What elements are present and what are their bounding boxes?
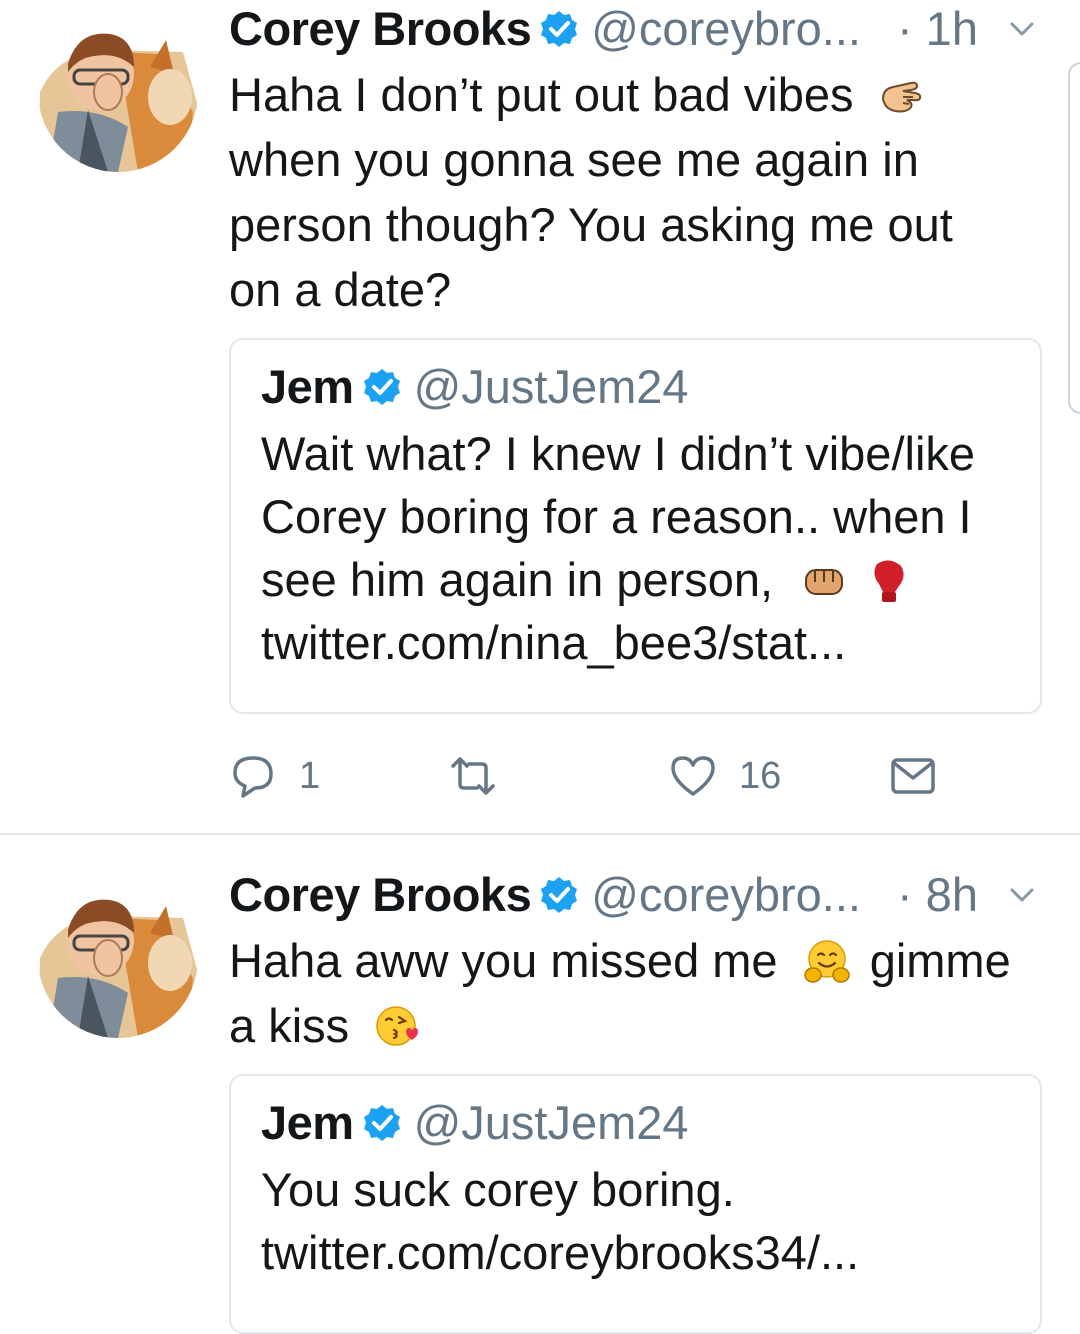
tweet-text-line: Haha I don’t put out bad vibes — [229, 68, 854, 121]
retweet-icon — [451, 757, 495, 795]
display-name[interactable]: Corey Brooks — [229, 866, 532, 924]
tweet[interactable]: Corey Brooks @coreybro... · 8h Haha aww … — [0, 866, 1080, 1334]
avatar[interactable] — [38, 12, 198, 172]
quoted-tweet-header: Jem @JustJem24 — [261, 1094, 1010, 1152]
user-handle[interactable]: @coreybro... — [591, 866, 861, 924]
tweet-text-line: on a date? — [229, 263, 452, 316]
hand-pointing-icon — [881, 81, 921, 113]
heart-icon — [671, 756, 715, 796]
quoted-link[interactable]: twitter.com/nina_bee3/stat... — [261, 611, 1010, 674]
quoted-text-line: Corey boring for a reason.. when I — [261, 490, 972, 543]
quoted-display-name: Jem — [261, 360, 354, 413]
tweet-divider — [0, 833, 1080, 835]
avatar-image — [38, 878, 198, 1038]
quoted-tweet-text: Wait what? I knew I didn’t vibe/like Cor… — [261, 422, 1010, 674]
chevron-down-icon[interactable] — [1008, 881, 1036, 909]
quoted-tweet[interactable]: Jem @JustJem24 You suck corey boring. tw… — [229, 1074, 1042, 1334]
quoted-text-line: You suck corey boring. — [261, 1163, 735, 1216]
tweet-text: Haha I don’t put out bad vibes when you … — [229, 62, 1044, 322]
retweet-button[interactable] — [449, 746, 497, 806]
like-button[interactable]: 16 — [669, 746, 781, 806]
quoted-text-line: Wait what? I knew I didn’t vibe/like — [261, 427, 976, 480]
like-count: 16 — [739, 754, 782, 797]
tweet-text-line: gimme — [869, 934, 1011, 987]
boxing-glove-icon — [874, 560, 904, 602]
avatar-image — [38, 12, 198, 172]
verified-badge-icon — [363, 1105, 400, 1141]
tweet-header: Corey Brooks @coreybro... · 8h — [229, 866, 1044, 924]
quoted-display-name: Jem — [261, 1096, 354, 1149]
tweet-text-line: when you gonna see me again in — [229, 133, 919, 186]
verified-badge-icon — [541, 11, 578, 47]
avatar[interactable] — [38, 878, 198, 1038]
tweet-text-line: a kiss — [229, 999, 350, 1052]
tweet-text: Haha aww you missed me gimme a kiss — [229, 928, 1044, 1058]
reply-count: 1 — [299, 754, 321, 797]
quoted-tweet-header: Jem @JustJem24 — [261, 358, 1010, 416]
verified-badge-icon — [541, 877, 578, 913]
quoted-text-line: see him again in person, — [261, 553, 774, 606]
chevron-down-icon[interactable] — [1008, 15, 1036, 43]
quoted-link[interactable]: twitter.com/coreybrooks34/... — [261, 1221, 1010, 1284]
reply-icon — [233, 756, 273, 798]
tweet-actions: 1 16 — [229, 746, 1042, 806]
direct-message-button[interactable] — [889, 746, 937, 806]
face-blowing-kiss-icon — [376, 1006, 419, 1046]
hugging-face-icon — [803, 940, 850, 983]
quoted-tweet[interactable]: Jem @JustJem24 Wait what? I knew I didn’… — [229, 338, 1042, 714]
user-handle[interactable]: @coreybro... — [591, 0, 861, 58]
display-name[interactable]: Corey Brooks — [229, 0, 532, 58]
quoted-user-handle: @JustJem24 — [413, 360, 689, 413]
envelope-icon — [891, 758, 935, 794]
tweet-text-line: person though? You asking me out — [229, 198, 953, 251]
reply-button[interactable]: 1 — [229, 746, 320, 806]
quoted-tweet-text: You suck corey boring. twitter.com/corey… — [261, 1158, 1010, 1284]
quoted-user-handle: @JustJem24 — [413, 1096, 689, 1149]
fist-icon — [805, 569, 844, 595]
tweet-header: Corey Brooks @coreybro... · 1h — [229, 0, 1044, 58]
verified-badge-icon — [363, 369, 400, 405]
timestamp[interactable]: · 1h — [897, 0, 978, 58]
tweet[interactable]: Corey Brooks @coreybro... · 1h Haha I do… — [0, 0, 1080, 834]
tweet-text-line: Haha aww you missed me — [229, 934, 778, 987]
timestamp[interactable]: · 8h — [897, 866, 978, 924]
